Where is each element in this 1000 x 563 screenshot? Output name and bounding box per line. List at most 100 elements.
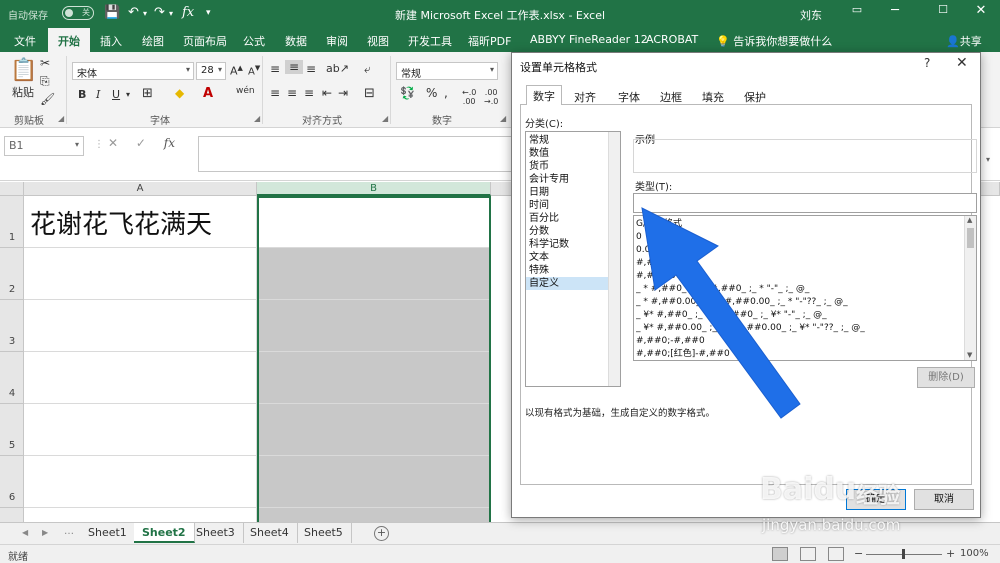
row-header-5[interactable]: 5 bbox=[0, 404, 24, 456]
category-item[interactable]: 科学记数 bbox=[526, 238, 608, 251]
cell-a4[interactable] bbox=[24, 352, 257, 404]
font-size-combo[interactable]: 28 ▾ bbox=[196, 62, 226, 80]
row-header-4[interactable]: 4 bbox=[0, 352, 24, 404]
accounting-format-icon[interactable]: 💱 bbox=[400, 86, 415, 100]
tab-acrobat[interactable]: ACROBAT bbox=[646, 33, 698, 46]
expand-formula-bar-icon[interactable]: ▾ bbox=[986, 155, 990, 164]
cell-b3[interactable] bbox=[257, 300, 491, 352]
category-scrollbar[interactable] bbox=[608, 132, 620, 386]
column-header-b[interactable]: B bbox=[257, 182, 491, 196]
align-middle-icon[interactable]: ≡ bbox=[285, 60, 303, 74]
decrease-indent-icon[interactable]: ⇤ bbox=[322, 86, 332, 100]
close-window-icon[interactable]: ✕ bbox=[966, 3, 996, 18]
type-input[interactable] bbox=[633, 193, 977, 213]
align-bottom-icon[interactable]: ≡ bbox=[306, 62, 316, 76]
tab-developer[interactable]: 开发工具 bbox=[408, 33, 452, 49]
tell-me-box[interactable]: 💡 告诉我你想要做什么 bbox=[716, 33, 832, 49]
increase-indent-icon[interactable]: ⇥ bbox=[338, 86, 348, 100]
type-item[interactable]: #,##0.00 bbox=[636, 270, 962, 283]
delete-button[interactable]: 删除(D) bbox=[917, 367, 975, 388]
tab-review[interactable]: 审阅 bbox=[326, 33, 348, 49]
phonetic-icon[interactable]: wén bbox=[236, 86, 255, 96]
insert-function-icon[interactable]: fx bbox=[182, 5, 194, 20]
cell-b5[interactable] bbox=[257, 404, 491, 456]
minimize-icon[interactable]: ─ bbox=[880, 3, 910, 18]
redo-dropdown-icon[interactable]: ▾ bbox=[169, 9, 173, 18]
page-layout-view-icon[interactable] bbox=[800, 547, 816, 561]
zoom-slider-thumb[interactable] bbox=[902, 549, 905, 559]
tab-foxit-pdf[interactable]: 福昕PDF bbox=[468, 33, 511, 49]
align-left-icon[interactable]: ≡ bbox=[270, 86, 280, 100]
tab-home[interactable]: 开始 bbox=[48, 28, 90, 52]
category-item[interactable]: 日期 bbox=[526, 186, 608, 199]
help-icon[interactable]: ? bbox=[924, 56, 930, 70]
category-item[interactable]: 时间 bbox=[526, 199, 608, 212]
underline-icon[interactable]: U bbox=[112, 88, 120, 101]
category-item[interactable]: 特殊 bbox=[526, 264, 608, 277]
add-sheet-icon[interactable]: + bbox=[374, 526, 389, 541]
decrease-decimal-icon[interactable]: .00 →.0 bbox=[484, 88, 498, 106]
user-name[interactable]: 刘东 bbox=[800, 7, 822, 23]
enter-icon[interactable]: ✓ bbox=[136, 136, 146, 150]
zoom-level[interactable]: 100% bbox=[960, 548, 989, 559]
cell-b6[interactable] bbox=[257, 456, 491, 508]
close-icon[interactable]: ✕ bbox=[956, 55, 968, 71]
comma-style-icon[interactable]: , bbox=[444, 86, 448, 100]
increase-font-icon[interactable]: A▲ bbox=[230, 64, 243, 78]
sheet-tab-4[interactable]: Sheet4 bbox=[242, 523, 298, 543]
tab-fill[interactable]: 填充 bbox=[696, 87, 730, 105]
font-color-icon[interactable]: A bbox=[203, 86, 213, 101]
cancel-icon[interactable]: ✕ bbox=[108, 136, 118, 150]
merge-center-icon[interactable]: ⊟ bbox=[364, 86, 375, 101]
cell-a3[interactable] bbox=[24, 300, 257, 352]
category-list[interactable]: 常规 数值 货币 会计专用 日期 时间 百分比 分数 科学记数 文本 特殊 自定… bbox=[525, 131, 621, 387]
scroll-up-icon[interactable]: ▲ bbox=[967, 216, 972, 224]
type-scrollbar[interactable]: ▲ ▼ bbox=[964, 216, 976, 360]
zoom-out-icon[interactable]: − bbox=[854, 547, 863, 560]
type-item[interactable]: 0.00 bbox=[636, 244, 962, 257]
category-item[interactable]: 百分比 bbox=[526, 212, 608, 225]
align-center-icon[interactable]: ≡ bbox=[287, 86, 297, 100]
align-right-icon[interactable]: ≡ bbox=[304, 86, 314, 100]
copy-icon[interactable]: ⎘ bbox=[40, 74, 50, 89]
cell-b7[interactable] bbox=[257, 508, 491, 522]
bold-icon[interactable]: B bbox=[78, 88, 86, 101]
sheet-tab-1[interactable]: Sheet1 bbox=[80, 523, 136, 543]
redo-icon[interactable]: ↷ bbox=[154, 5, 165, 20]
font-name-combo[interactable]: 宋体 ▾ bbox=[72, 62, 194, 80]
format-painter-icon[interactable]: 🖌 bbox=[40, 92, 55, 106]
tab-file[interactable]: 文件 bbox=[14, 33, 36, 49]
ok-button[interactable]: 确定 bbox=[846, 489, 906, 510]
number-format-combo[interactable]: 常规 ▾ bbox=[396, 62, 498, 80]
decrease-font-icon[interactable]: A▼ bbox=[248, 64, 260, 77]
type-item[interactable]: _ ¥* #,##0_ ;_ ¥* -#,##0_ ;_ ¥* "-"_ ;_ … bbox=[636, 309, 962, 322]
undo-icon[interactable]: ↶ bbox=[128, 5, 139, 20]
orientation-icon[interactable]: ab↗ bbox=[326, 62, 349, 75]
tab-insert[interactable]: 插入 bbox=[100, 33, 122, 49]
cell-a5[interactable] bbox=[24, 404, 257, 456]
tab-abbyy[interactable]: ABBYY FineReader 12 bbox=[530, 33, 648, 46]
maximize-icon[interactable]: ☐ bbox=[928, 3, 958, 16]
row-header-3[interactable]: 3 bbox=[0, 300, 24, 352]
normal-view-icon[interactable] bbox=[772, 547, 788, 561]
formula-input[interactable] bbox=[198, 136, 518, 172]
type-item[interactable]: #,##0;[红色]-#,##0 bbox=[636, 348, 962, 360]
tab-border[interactable]: 边框 bbox=[654, 87, 688, 105]
cell-b4[interactable] bbox=[257, 352, 491, 404]
cancel-button[interactable]: 取消 bbox=[914, 489, 974, 510]
scroll-down-icon[interactable]: ▼ bbox=[967, 351, 972, 359]
category-item[interactable]: 分数 bbox=[526, 225, 608, 238]
font-launcher-icon[interactable]: ◢ bbox=[254, 114, 260, 123]
sheet-tab-3[interactable]: Sheet3 bbox=[188, 523, 244, 543]
ribbon-display-icon[interactable]: ▭ bbox=[842, 3, 872, 16]
tab-number[interactable]: 数字 bbox=[526, 85, 562, 106]
prev-sheet-icon[interactable]: ◀ bbox=[22, 528, 28, 537]
customize-toolbar-icon[interactable]: ▾ bbox=[206, 8, 211, 18]
name-box[interactable]: B1 ▾ bbox=[4, 136, 84, 156]
paste-icon[interactable]: 📋 bbox=[10, 58, 37, 83]
category-item[interactable]: 文本 bbox=[526, 251, 608, 264]
clipboard-launcher-icon[interactable]: ◢ bbox=[58, 114, 64, 123]
zoom-in-icon[interactable]: + bbox=[946, 547, 955, 560]
row-header-6[interactable]: 6 bbox=[0, 456, 24, 508]
paste-label[interactable]: 粘贴 bbox=[12, 84, 34, 100]
